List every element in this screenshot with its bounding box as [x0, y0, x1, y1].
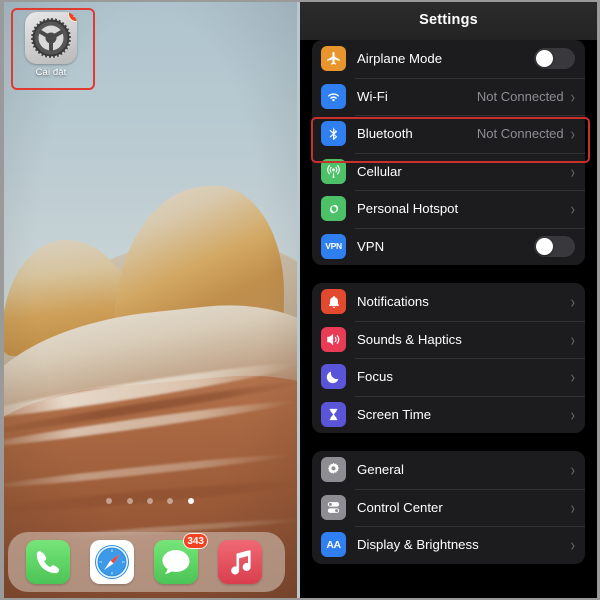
speaker-icon [321, 326, 346, 352]
settings-group-connectivity: Airplane Mode Wi-Fi Not Connected › Blue… [312, 40, 585, 265]
settings-row-value: Not Connected [476, 88, 564, 104]
airplane-glyph [327, 52, 340, 65]
antenna-glyph [327, 164, 340, 178]
vpn-label-glyph: VPN [325, 241, 342, 251]
gear-hub [45, 32, 57, 44]
dock-app-phone[interactable] [26, 540, 70, 584]
toggle-knob [536, 237, 553, 255]
chevron-right-icon: › [570, 366, 575, 387]
speaker-glyph [327, 333, 340, 345]
aa-label-glyph: AA [326, 538, 341, 551]
hourglass-icon [321, 401, 346, 427]
page-dot[interactable] [167, 498, 174, 504]
navigation-bar: Settings [300, 0, 597, 40]
chevron-right-icon: › [570, 459, 575, 480]
page-dot[interactable] [106, 498, 113, 504]
settings-group-system: General › Control Center › AA Display & … [312, 451, 585, 564]
settings-row-label: Notifications [357, 294, 429, 310]
vpn-toggle[interactable] [534, 235, 575, 257]
chevron-right-icon: › [570, 534, 575, 555]
page-dot-active[interactable] [187, 498, 194, 504]
settings-row-label: VPN [357, 238, 385, 254]
settings-row-cellular[interactable]: Cellular › [312, 152, 585, 191]
settings-row-label: General [357, 462, 404, 478]
dock-app-messages[interactable]: 343 [154, 533, 208, 584]
messages-badge-count: 343 [183, 533, 208, 549]
settings-row-sounds-haptics[interactable]: Sounds & Haptics › [312, 320, 585, 359]
settings-row-screen-time[interactable]: Screen Time › [312, 395, 585, 434]
chevron-right-icon: › [570, 329, 575, 350]
settings-row-label: Screen Time [357, 406, 432, 422]
settings-row-display-brightness[interactable]: AA Display & Brightness › [312, 526, 585, 564]
airplane-mode-toggle[interactable] [534, 48, 575, 70]
gear-icon: 2 [25, 12, 77, 64]
iphone-home-screen: 2 Cài đặt 343 [0, 0, 300, 600]
hourglass-glyph [329, 408, 338, 420]
settings-row-label: Airplane Mode [357, 51, 443, 67]
bluetooth-glyph [329, 127, 338, 141]
settings-row-control-center[interactable]: Control Center › [312, 488, 585, 527]
settings-row-focus[interactable]: Focus › [312, 358, 585, 396]
sliders-glyph [327, 501, 340, 513]
settings-row-airplane-mode[interactable]: Airplane Mode [312, 40, 585, 78]
bluetooth-icon [321, 121, 346, 147]
settings-row-personal-hotspot[interactable]: Personal Hotspot › [312, 190, 585, 228]
hotspot-link-icon [321, 196, 346, 222]
app-badge-count: 2 [68, 12, 77, 22]
moon-glyph [326, 371, 339, 384]
settings-row-label: Wi-Fi [357, 88, 388, 104]
page-dot[interactable] [147, 498, 153, 504]
moon-icon [321, 364, 346, 390]
sliders-icon [321, 494, 346, 520]
wifi-icon [321, 83, 346, 109]
settings-row-label: Sounds & Haptics [357, 331, 462, 347]
cellular-antenna-icon [321, 158, 346, 184]
aa-text-icon: AA [321, 532, 346, 558]
settings-row-value: Not Connected [476, 126, 564, 142]
dock-app-music[interactable] [218, 540, 262, 584]
settings-row-label: Control Center [357, 499, 443, 515]
settings-group-alerts: Notifications › Sounds & Haptics › Focus… [312, 283, 585, 433]
music-note-icon [231, 550, 251, 575]
chevron-right-icon: › [570, 123, 575, 144]
page-title: Settings [419, 12, 478, 28]
settings-row-label: Display & Brightness [357, 537, 479, 553]
settings-row-label: Bluetooth [357, 126, 413, 142]
settings-row-label: Cellular [357, 163, 402, 179]
settings-row-bluetooth[interactable]: Bluetooth Not Connected › [312, 115, 585, 153]
bell-icon [321, 289, 346, 315]
settings-row-wifi[interactable]: Wi-Fi Not Connected › [312, 77, 585, 116]
settings-row-vpn[interactable]: VPN VPN [312, 227, 585, 266]
chevron-right-icon: › [570, 291, 575, 312]
settings-row-label: Focus [357, 369, 393, 385]
chevron-right-icon: › [570, 161, 575, 182]
dock: 343 [8, 532, 285, 592]
settings-row-label: Personal Hotspot [357, 201, 459, 217]
chevron-right-icon: › [570, 86, 575, 107]
wifi-glyph [328, 93, 339, 102]
vpn-icon: VPN [321, 233, 346, 259]
home-app-label: Cài đặt [35, 67, 67, 78]
chevron-right-icon: › [570, 404, 575, 425]
hotspot-glyph [329, 204, 338, 213]
home-app-settings[interactable]: 2 Cài đặt [18, 12, 84, 78]
screenshot-root: 2 Cài đặt 343 Settings Airplane Mode Wi-… [0, 0, 600, 600]
settings-row-general[interactable]: General › [312, 451, 585, 489]
chevron-right-icon: › [570, 198, 575, 219]
settings-list[interactable]: Airplane Mode Wi-Fi Not Connected › Blue… [300, 40, 597, 600]
gear-glyph [327, 463, 340, 475]
airplane-icon [321, 46, 346, 72]
phone-icon [36, 551, 59, 574]
toggle-knob [536, 50, 553, 68]
compass-icon [95, 545, 129, 579]
chevron-right-icon: › [570, 497, 575, 518]
bell-glyph [328, 295, 339, 308]
dock-app-safari[interactable] [90, 540, 134, 584]
settings-row-notifications[interactable]: Notifications › [312, 283, 585, 321]
page-dot[interactable] [126, 498, 133, 504]
gear-icon [321, 457, 346, 483]
page-indicator-dots[interactable] [0, 491, 300, 509]
settings-panel: Settings Airplane Mode Wi-Fi Not Connect… [300, 0, 597, 600]
